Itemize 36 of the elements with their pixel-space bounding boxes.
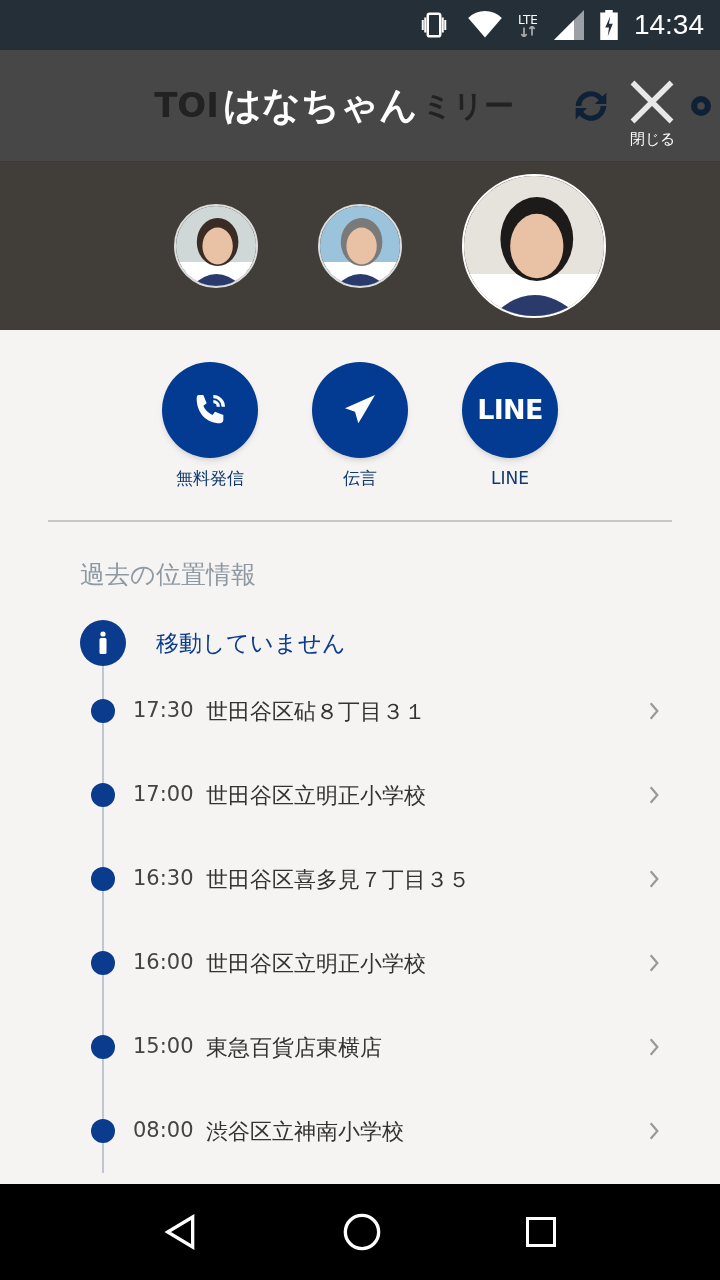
time-label: 08:00 <box>133 1117 194 1145</box>
time-label: 17:30 <box>133 697 194 725</box>
place-label: 東急百貨店東横店 <box>205 1033 383 1062</box>
clock-time: 14:34 <box>633 8 704 42</box>
chevron-right-icon <box>648 869 660 889</box>
chevron-right-icon <box>648 1037 660 1057</box>
place-label: 世田谷区立明正小学校 <box>205 949 427 978</box>
chevron-right-icon <box>648 953 660 973</box>
wifi-icon <box>467 11 502 39</box>
data-arrows-icon <box>519 25 536 37</box>
place-label: 世田谷区立明正小学校 <box>205 781 427 810</box>
current-status: 移動していません <box>156 628 346 658</box>
battery-charging-icon <box>599 10 618 40</box>
location-row[interactable]: 16:00 世田谷区立明正小学校 <box>80 921 660 1005</box>
time-label: 16:30 <box>133 865 194 893</box>
close-button[interactable]: 閉じる <box>626 76 678 151</box>
network-label: LTE <box>517 13 538 26</box>
time-label: 15:00 <box>133 1033 194 1061</box>
place-label: 世田谷区砧８丁目３１ <box>205 697 427 726</box>
signal-icon <box>553 10 584 40</box>
location-row[interactable]: 15:00 東急百貨店東横店 <box>80 1005 660 1089</box>
chevron-right-icon <box>648 785 660 805</box>
location-row[interactable]: 17:30 世田谷区砧８丁目３１ <box>80 669 660 753</box>
line-logo: LINE <box>477 392 543 427</box>
location-row[interactable]: 16:30 世田谷区喜多見７丁目３５ <box>80 837 660 921</box>
time-label: 17:00 <box>133 781 194 809</box>
place-label: 世田谷区喜多見７丁目３５ <box>205 865 471 894</box>
location-row[interactable]: 17:00 世田谷区立明正小学校 <box>80 753 660 837</box>
profile-title: はなちゃん <box>222 82 418 129</box>
section-title: 過去の位置情報 <box>80 559 256 589</box>
chevron-right-icon <box>648 1121 660 1141</box>
chevron-right-icon <box>648 701 660 721</box>
home-icon[interactable] <box>342 1212 382 1252</box>
place-label: 渋谷区立神南小学校 <box>205 1117 405 1146</box>
time-label: 16:00 <box>133 949 194 977</box>
location-row[interactable]: 08:00 渋谷区立神南小学校 <box>80 1089 660 1173</box>
